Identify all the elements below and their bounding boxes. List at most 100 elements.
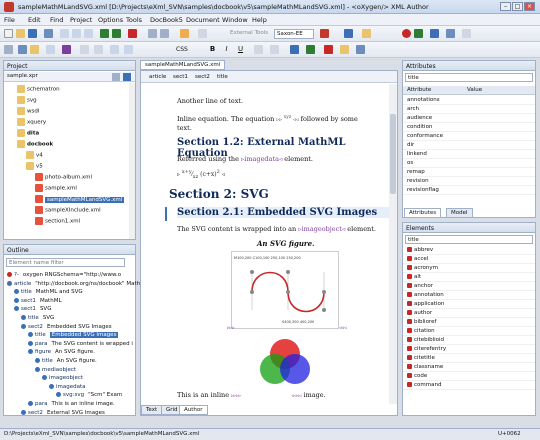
project-tree-item[interactable]: section1.xml: [35, 217, 80, 226]
accept-change-icon[interactable]: [356, 45, 365, 54]
svg-figure[interactable]: M100,200 C100,100 250,100 250,200 S400,3…: [231, 251, 339, 329]
row-icon[interactable]: [124, 45, 133, 54]
element-row[interactable]: annotation: [403, 291, 535, 300]
element-row[interactable]: alt: [403, 273, 535, 282]
settings-icon[interactable]: [462, 29, 471, 38]
project-tree-item[interactable]: wsdl: [17, 107, 39, 116]
attribute-row[interactable]: annotations: [403, 96, 535, 105]
run-transform-icon[interactable]: [402, 29, 411, 38]
indent-icon[interactable]: [270, 45, 279, 54]
table-icon[interactable]: [110, 45, 119, 54]
menu-tools[interactable]: Tools: [126, 16, 142, 24]
menu-document[interactable]: Document: [186, 16, 220, 24]
project-tree-item[interactable]: v4: [26, 151, 43, 160]
insert-element-icon[interactable]: [18, 45, 27, 54]
profile-icon[interactable]: [446, 29, 455, 38]
external-tools-button[interactable]: External Tools: [230, 30, 268, 36]
project-tree-item[interactable]: svg: [17, 96, 37, 105]
breadcrumb-item[interactable]: title: [217, 74, 228, 80]
outline-node[interactable]: sect2 External SVG Images: [21, 409, 105, 418]
copy-icon[interactable]: [72, 29, 81, 38]
menu-window[interactable]: Window: [222, 16, 248, 24]
attribute-row[interactable]: audience: [403, 114, 535, 123]
attribute-row[interactable]: os: [403, 159, 535, 168]
undo-icon[interactable]: [100, 29, 109, 38]
tab-editor-file[interactable]: sampleMathMLandSVG.xml: [140, 60, 226, 70]
paste-icon[interactable]: [84, 29, 93, 38]
menu-find[interactable]: Find: [50, 16, 63, 24]
project-tree-item[interactable]: sampleMathMLandSVG.xml: [35, 195, 125, 204]
attribute-row[interactable]: linkend: [403, 150, 535, 159]
tab-text-mode[interactable]: Text: [141, 405, 163, 415]
back-icon[interactable]: [148, 29, 157, 38]
insert-image-icon[interactable]: [30, 45, 39, 54]
transformation-select[interactable]: Saxon-EE: [274, 29, 314, 39]
project-tree-item[interactable]: schematron: [17, 85, 60, 94]
maximize-icon[interactable]: □: [512, 2, 523, 11]
element-row[interactable]: citetitle: [403, 354, 535, 363]
attribute-row[interactable]: dir: [403, 141, 535, 150]
menu-project[interactable]: Project: [70, 16, 92, 24]
element-row[interactable]: accel: [403, 255, 535, 264]
element-filter-input[interactable]: [6, 258, 125, 267]
save-icon[interactable]: [28, 29, 37, 38]
cut-icon[interactable]: [60, 29, 69, 38]
project-scrollbar[interactable]: [129, 83, 135, 239]
tab-author-mode[interactable]: Author: [179, 405, 208, 415]
attribute-row[interactable]: condition: [403, 123, 535, 132]
project-menu-icon[interactable]: [123, 73, 131, 81]
pointer-icon[interactable]: [4, 45, 13, 54]
validate-icon[interactable]: [128, 29, 137, 38]
menu-edit[interactable]: Edit: [28, 16, 41, 24]
tab-attributes[interactable]: Attributes: [404, 208, 442, 218]
element-row[interactable]: abbrev: [403, 246, 535, 255]
attribute-row[interactable]: revision: [403, 177, 535, 186]
comment-icon[interactable]: [324, 45, 333, 54]
bookmark-icon[interactable]: [362, 29, 371, 38]
element-row[interactable]: command: [403, 381, 535, 390]
element-row[interactable]: author: [403, 309, 535, 318]
element-row[interactable]: citebiblioid: [403, 336, 535, 345]
element-row[interactable]: biblioref: [403, 318, 535, 327]
forward-icon[interactable]: [160, 29, 169, 38]
scrollbar-thumb[interactable]: [390, 114, 396, 194]
debug-icon[interactable]: [320, 29, 329, 38]
new-file-icon[interactable]: [4, 29, 13, 38]
redo-icon[interactable]: [112, 29, 121, 38]
refresh-icon[interactable]: [344, 29, 353, 38]
menu-options[interactable]: Options: [98, 16, 123, 24]
element-row[interactable]: acronym: [403, 264, 535, 273]
minimize-icon[interactable]: –: [500, 2, 511, 11]
project-tree-item[interactable]: v5: [26, 162, 43, 171]
ordered-list-icon[interactable]: [94, 45, 103, 54]
breadcrumb-item[interactable]: sect1: [173, 74, 188, 80]
breadcrumb-item[interactable]: article: [149, 74, 166, 80]
elements-context-select[interactable]: title: [405, 235, 533, 244]
menu-file[interactable]: File: [4, 16, 15, 24]
project-tree-item[interactable]: docbook: [17, 140, 53, 149]
project-file-name[interactable]: sample.xpr: [7, 73, 38, 79]
project-tree-item[interactable]: sample.xml: [35, 184, 77, 193]
project-tree-item[interactable]: photo-album.xml: [35, 173, 92, 182]
attribute-row[interactable]: remap: [403, 168, 535, 177]
xpath-icon[interactable]: [430, 29, 439, 38]
toggle-tags-icon[interactable]: [198, 29, 207, 38]
editor-scrollbar[interactable]: [389, 84, 397, 404]
project-tree-item[interactable]: xquery: [17, 118, 46, 127]
mathml-icon[interactable]: [290, 45, 299, 54]
element-row[interactable]: anchor: [403, 282, 535, 291]
italic-icon[interactable]: I: [222, 45, 231, 54]
element-row[interactable]: citerefentry: [403, 345, 535, 354]
tab-model[interactable]: Model: [446, 208, 473, 218]
attribute-row[interactable]: revisionflag: [403, 186, 535, 195]
attribute-row[interactable]: conformance: [403, 132, 535, 141]
print-icon[interactable]: [44, 29, 53, 38]
close-icon[interactable]: ×: [524, 2, 535, 11]
list-icon[interactable]: [80, 45, 89, 54]
menu-docbook5[interactable]: DocBook5: [150, 16, 183, 24]
link-editor-icon[interactable]: [112, 73, 120, 81]
align-icon[interactable]: [254, 45, 263, 54]
element-row[interactable]: application: [403, 300, 535, 309]
css-button[interactable]: CSS: [176, 46, 188, 53]
open-folder-icon[interactable]: [16, 29, 25, 38]
